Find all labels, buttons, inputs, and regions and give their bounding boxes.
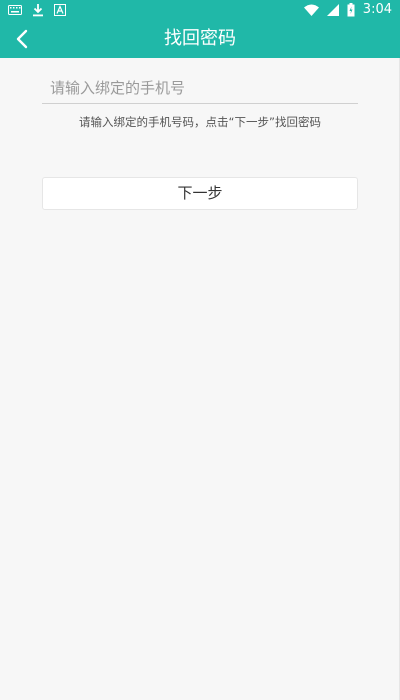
download-icon	[32, 3, 44, 17]
wifi-icon	[303, 4, 319, 16]
find-password-screen: 3:04 找回密码 请输入绑定的手机号码，点击“下一步”找回密码 下一步	[0, 0, 400, 700]
signal-icon	[326, 4, 339, 16]
phone-number-input[interactable]	[42, 72, 358, 104]
status-time: 3:04	[362, 2, 392, 17]
text-a-icon	[54, 4, 66, 16]
app-bar: 找回密码	[0, 20, 400, 58]
hint-text: 请输入绑定的手机号码，点击“下一步”找回密码	[79, 115, 321, 129]
status-left-icons	[8, 3, 66, 17]
status-right-icons: 3:04	[303, 2, 392, 18]
next-step-button[interactable]: 下一步	[42, 177, 358, 210]
chevron-left-icon	[16, 29, 28, 49]
keyboard-icon	[8, 5, 22, 15]
status-bar: 3:04	[0, 0, 400, 20]
back-button[interactable]	[10, 27, 34, 51]
page-title: 找回密码	[164, 28, 236, 49]
battery-icon	[347, 3, 355, 17]
